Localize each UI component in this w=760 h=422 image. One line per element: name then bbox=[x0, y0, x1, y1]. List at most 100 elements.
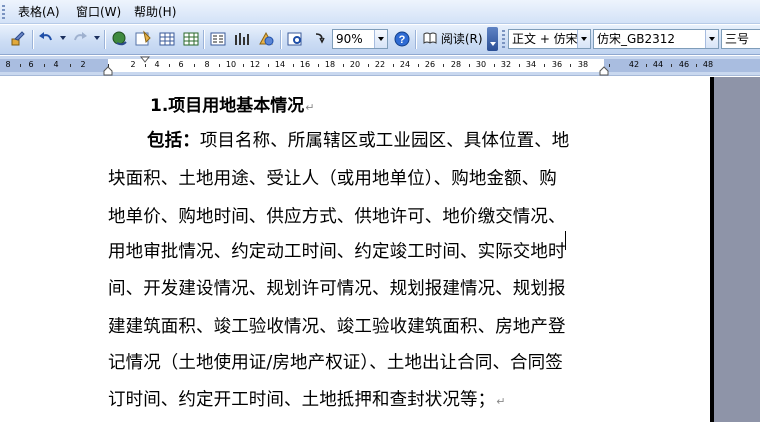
line-text: 项目名称、所属辖区或工业园区、具体位置、地 bbox=[199, 131, 570, 151]
undo-icon[interactable] bbox=[36, 29, 56, 49]
ruler-tick bbox=[519, 64, 520, 67]
style-dropdown-icon[interactable] bbox=[577, 30, 590, 48]
undo-dropdown-icon[interactable] bbox=[60, 36, 66, 40]
ruler-number: 4 bbox=[154, 60, 160, 69]
ruler-tick bbox=[194, 64, 195, 67]
drawing-icon[interactable] bbox=[256, 29, 276, 49]
columns-icon[interactable] bbox=[208, 29, 228, 49]
svg-text:?: ? bbox=[399, 34, 406, 46]
ruler-tick bbox=[696, 64, 697, 67]
ruler-number: 28 bbox=[450, 60, 462, 69]
ruler-tick bbox=[243, 64, 244, 67]
drawing-chart-icon[interactable] bbox=[232, 29, 252, 49]
ruler-number: 8 bbox=[5, 60, 11, 69]
section-heading-text: 1.项目用地基本情况 bbox=[150, 96, 305, 116]
ruler-number: 12 bbox=[249, 60, 261, 69]
menu-table[interactable]: 表格(A) bbox=[16, 4, 62, 20]
body-line-8: 订时间、约定开工时间、土地抵押和查封状况等；↵ bbox=[108, 386, 506, 411]
zoom-combo[interactable]: 90% bbox=[332, 29, 388, 49]
font-size-value: 三号 bbox=[725, 32, 750, 46]
ruler-number: 32 bbox=[500, 60, 512, 69]
ruler-number: 42 bbox=[628, 60, 640, 69]
body-line-1: 包括：项目名称、所属辖区或工业园区、具体位置、地 bbox=[147, 127, 569, 152]
ruler-tick bbox=[268, 64, 269, 67]
ruler-tick bbox=[609, 64, 610, 67]
ruler-tick bbox=[646, 64, 647, 67]
ruler-number: 26 bbox=[424, 60, 436, 69]
reading-layout-button[interactable]: 阅读(R) bbox=[420, 29, 486, 49]
ruler-tick bbox=[393, 64, 394, 67]
horizontal-ruler[interactable]: 8 6 4 2 2 4 6 8 10 12 14 16 18 20 22 24 26 28 30 32 34 36 38 42… bbox=[0, 56, 760, 76]
insert-table-icon[interactable] bbox=[157, 29, 177, 49]
ruler-number: 14 bbox=[274, 60, 286, 69]
book-icon bbox=[423, 32, 437, 44]
ruler-tick bbox=[343, 64, 344, 67]
ruler-number: 10 bbox=[225, 60, 237, 69]
toolbar-grip[interactable] bbox=[502, 30, 505, 49]
menu-help[interactable]: 帮助(H) bbox=[132, 4, 178, 20]
body-line-6: 建建筑面积、竣工验收情况、竣工验收建筑面积、房地产登 bbox=[108, 317, 566, 337]
menubar-grip[interactable] bbox=[2, 5, 5, 19]
ruler-number: 34 bbox=[525, 60, 537, 69]
ruler-number: 36 bbox=[551, 60, 563, 69]
font-dropdown-icon[interactable] bbox=[705, 30, 718, 48]
body-line-7: 记情况（土地使用证/房地产权证）、土地出让合同、合同签 bbox=[108, 353, 563, 373]
ruler-number: 16 bbox=[299, 60, 311, 69]
style-value: 正文 + 仿宋 bbox=[512, 32, 578, 46]
left-indent-marker[interactable] bbox=[103, 66, 113, 76]
ruler-tick bbox=[368, 64, 369, 67]
right-indent-marker[interactable] bbox=[599, 66, 609, 76]
tables-borders-icon[interactable] bbox=[133, 29, 153, 49]
ruler-tick bbox=[494, 64, 495, 67]
ruler-number: 46 bbox=[678, 60, 690, 69]
ruler-number: 48 bbox=[702, 60, 714, 69]
paragraph-mark: ↵ bbox=[305, 101, 315, 114]
ruler-tick bbox=[293, 64, 294, 67]
ruler-tick bbox=[418, 64, 419, 67]
font-combo[interactable]: 仿宋_GB2312 bbox=[593, 29, 719, 49]
document-map-icon[interactable] bbox=[285, 29, 305, 49]
zoom-value: 90% bbox=[336, 32, 363, 46]
ruler-number: 8 bbox=[204, 60, 210, 69]
ruler-tick bbox=[219, 64, 220, 67]
style-combo[interactable]: 正文 + 仿宋 bbox=[508, 29, 591, 49]
redo-dropdown-icon[interactable] bbox=[94, 36, 100, 40]
menu-bar: 表格(A) 窗口(W) 帮助(H) bbox=[0, 0, 760, 24]
toolbar-options-chevron-icon[interactable] bbox=[487, 27, 498, 51]
ruler-number: 20 bbox=[349, 60, 361, 69]
ruler-tick bbox=[443, 64, 444, 67]
insert-hyperlink-icon[interactable] bbox=[110, 29, 130, 49]
ruler-number: 30 bbox=[475, 60, 487, 69]
lead-label: 包括： bbox=[147, 131, 200, 151]
ruler-number: 6 bbox=[28, 60, 34, 69]
format-painter-icon[interactable] bbox=[8, 29, 28, 49]
ruler-number: 38 bbox=[577, 60, 589, 69]
font-value: 仿宋_GB2312 bbox=[597, 32, 676, 46]
ruler-number: 44 bbox=[652, 60, 664, 69]
document-area[interactable]: 1.项目用地基本情况↵ 包括：项目名称、所属辖区或工业园区、具体位置、地 块面积… bbox=[0, 77, 760, 422]
text-cursor bbox=[565, 231, 566, 250]
show-hide-formatting-icon[interactable] bbox=[309, 29, 329, 49]
ruler-number: 2 bbox=[130, 60, 136, 69]
body-line-2: 块面积、土地用途、受让人（或用地单位）、购地金额、购 bbox=[108, 169, 557, 189]
redo-icon[interactable] bbox=[70, 29, 90, 49]
ruler-tick bbox=[469, 64, 470, 67]
font-size-combo[interactable]: 三号 bbox=[721, 29, 760, 49]
ruler-number: 18 bbox=[324, 60, 336, 69]
first-line-indent-marker[interactable] bbox=[140, 56, 150, 64]
section-heading: 1.项目用地基本情况↵ bbox=[150, 91, 315, 116]
ruler-tick bbox=[169, 64, 170, 67]
ruler-tick bbox=[20, 64, 21, 67]
ruler-tick bbox=[145, 64, 146, 67]
ruler-tick bbox=[671, 64, 672, 67]
line-text: 订时间、约定开工时间、土地抵押和查封状况等； bbox=[108, 390, 496, 410]
ruler-tick bbox=[44, 64, 45, 67]
toolbar: 90% ? 阅读(R) 正文 + 仿宋 仿宋_GB2312 三号 bbox=[0, 25, 760, 55]
ruler-number: 2 bbox=[80, 60, 86, 69]
page-gutter bbox=[714, 77, 760, 422]
help-icon[interactable]: ? bbox=[392, 29, 412, 49]
ruler-tick bbox=[318, 64, 319, 67]
insert-excel-icon[interactable] bbox=[181, 29, 201, 49]
menu-window[interactable]: 窗口(W) bbox=[74, 4, 123, 20]
zoom-dropdown-icon[interactable] bbox=[374, 30, 387, 48]
